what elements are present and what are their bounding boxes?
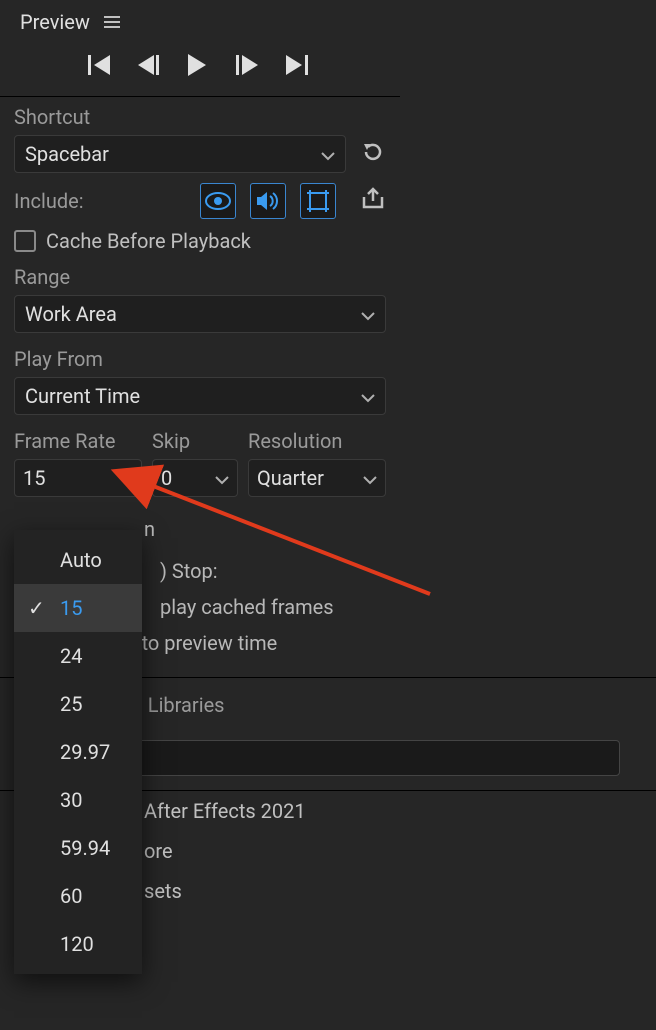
previous-frame-button[interactable] (138, 54, 160, 76)
playfrom-label: Play From (14, 347, 386, 371)
chevron-down-icon (361, 302, 375, 326)
framerate-option[interactable]: 30 (14, 776, 142, 824)
framerate-option[interactable]: Auto (14, 536, 142, 584)
framerate-option[interactable]: 60 (14, 872, 142, 920)
range-dropdown[interactable]: Work Area (14, 295, 386, 333)
chevron-down-icon (215, 466, 229, 490)
range-value: Work Area (25, 302, 117, 326)
include-audio-toggle[interactable] (250, 183, 286, 219)
chevron-down-icon (321, 142, 335, 166)
first-frame-button[interactable] (88, 54, 110, 76)
cache-before-playback-checkbox[interactable] (14, 230, 36, 252)
framerate-dropdown[interactable]: 15 (14, 459, 142, 497)
include-label: Include: (14, 189, 84, 213)
shortcut-dropdown[interactable]: Spacebar (14, 135, 346, 173)
resolution-value: Quarter (257, 466, 324, 490)
panel-menu-icon[interactable] (104, 16, 120, 28)
shortcut-label: Shortcut (14, 105, 386, 129)
chevron-down-icon (361, 384, 375, 408)
skip-dropdown[interactable]: 0 (152, 459, 238, 497)
cache-before-playback-label: Cache Before Playback (46, 229, 251, 253)
chevron-down-icon (119, 466, 133, 490)
play-button[interactable] (188, 54, 208, 76)
shortcut-value: Spacebar (25, 142, 109, 166)
share-icon[interactable] (360, 187, 386, 215)
include-overlays-toggle[interactable] (300, 183, 336, 219)
reset-icon[interactable] (360, 139, 386, 169)
skip-value: 0 (161, 466, 172, 490)
framerate-value: 15 (23, 466, 45, 490)
playfrom-dropdown[interactable]: Current Time (14, 377, 386, 415)
range-label: Range (14, 265, 386, 289)
next-frame-button[interactable] (236, 54, 258, 76)
last-frame-button[interactable] (286, 54, 308, 76)
resolution-dropdown[interactable]: Quarter (248, 459, 386, 497)
framerate-options-popup: Auto15242529.973059.9460120 (14, 530, 142, 974)
framerate-option[interactable]: 59.94 (14, 824, 142, 872)
framerate-label: Frame Rate (14, 429, 142, 453)
framerate-option[interactable]: 15 (14, 584, 142, 632)
chevron-down-icon (363, 466, 377, 490)
tab-libraries[interactable]: Libraries (148, 693, 225, 723)
skip-label: Skip (152, 429, 238, 453)
panel-title: Preview (20, 10, 90, 34)
include-video-toggle[interactable] (200, 183, 236, 219)
resolution-label: Resolution (248, 429, 386, 453)
framerate-option[interactable]: 25 (14, 680, 142, 728)
playfrom-value: Current Time (25, 384, 140, 408)
framerate-option[interactable]: 29.97 (14, 728, 142, 776)
framerate-option[interactable]: 120 (14, 920, 142, 968)
framerate-option[interactable]: 24 (14, 632, 142, 680)
